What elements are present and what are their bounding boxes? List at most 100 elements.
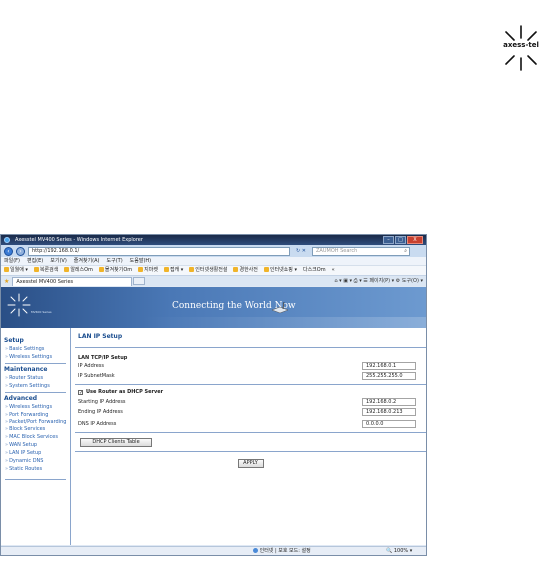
refresh-stop-icon[interactable]: ↻ ✕: [293, 247, 309, 256]
globe-icon: [253, 548, 258, 553]
dhcp-checkbox-label: Use Router as DHCP Server: [86, 389, 164, 395]
dns-ip-input[interactable]: 0.0.0.0: [362, 420, 416, 428]
address-row: ‹ › http://192.168.0.1/ ↻ ✕ ZAUMOH Searc…: [1, 245, 426, 257]
link-icon: [189, 267, 195, 272]
bullet-icon: »: [5, 383, 9, 389]
link-icon: [263, 267, 269, 272]
sidebar-item-system-settings[interactable]: »System Settings: [5, 382, 70, 390]
title-divider: [75, 347, 426, 348]
dhcp-clients-table-button[interactable]: DHCP Clients Table: [80, 438, 152, 447]
sidebar-item-adv-wireless-settings[interactable]: »Wireless Settings: [5, 403, 70, 411]
forward-button[interactable]: ›: [16, 246, 25, 256]
sidebar-item-lan-ip-setup[interactable]: »LAN IP Setup: [5, 449, 70, 457]
sidebar-advanced-title: Advanced: [4, 395, 38, 402]
close-button[interactable]: X: [407, 236, 423, 244]
maximize-button[interactable]: □: [395, 236, 406, 244]
sidebar-item-router-status[interactable]: »Router Status: [5, 374, 70, 382]
sidebar-item-wireless-settings[interactable]: »Wireless Settings: [5, 353, 70, 361]
menu-favorites[interactable]: 즐겨찾기(A): [74, 257, 100, 265]
bullet-icon: »: [5, 458, 9, 464]
status-bar: 인터넷 | 보호 모드: 설정 🔍 100% ▾: [1, 546, 426, 555]
bullet-icon: »: [5, 434, 9, 440]
link-icon: [98, 267, 104, 272]
browser-window: Axesstel MV400 Series - Windows Internet…: [0, 234, 427, 556]
search-placeholder: ZAUMOH Search: [316, 247, 358, 254]
logo-text: axess-tel: [499, 41, 543, 49]
tab-active[interactable]: Axesstel MV400 Series: [12, 276, 133, 286]
address-bar[interactable]: http://192.168.0.1/: [28, 246, 290, 256]
dns-ip-row: DNS IP Address 0.0.0.0: [75, 419, 426, 429]
link-icon: [163, 267, 169, 272]
bullet-icon: »: [5, 442, 9, 448]
section-divider: [75, 384, 426, 385]
search-icon[interactable]: ⌕: [404, 248, 407, 255]
subnet-mask-row: IP SubnetMask 255.255.255.0: [75, 371, 426, 381]
command-bar[interactable]: ⌂ ▾ ▣ ▾ ⎙ ▾ ☰ 페이지(P) ▾ ⚙ 도구(O) ▾: [334, 277, 423, 286]
fav-item[interactable]: 접캐 ▾: [163, 266, 183, 275]
window-controls: – □ X: [383, 236, 423, 244]
starting-ip-input[interactable]: 192.168.0.2: [362, 398, 416, 406]
link-icon: [138, 267, 144, 272]
link-icon: [64, 267, 70, 272]
menu-tools[interactable]: 도구(T): [107, 257, 123, 265]
fav-item[interactable]: 복론검색: [33, 266, 58, 275]
apply-button[interactable]: APPLY: [237, 459, 264, 468]
sidebar: Setup »Basic Settings »Wireless Settings…: [1, 328, 71, 545]
banner-series: MV400 Series: [31, 310, 52, 314]
new-tab-button[interactable]: [133, 277, 146, 285]
sidebar-divider: [5, 392, 66, 393]
link-icon: [4, 267, 9, 272]
bullet-icon: »: [5, 466, 9, 472]
router-icon: [271, 302, 289, 314]
back-button[interactable]: ‹: [4, 246, 13, 256]
sidebar-item-wan-setup[interactable]: »WAN Setup: [5, 441, 70, 449]
sidebar-item-dynamic-dns[interactable]: »Dynamic DNS: [5, 457, 70, 465]
sidebar-item-block-services[interactable]: »Block Services: [5, 425, 70, 433]
fav-item[interactable]: 지마켓: [138, 266, 158, 275]
search-box[interactable]: ZAUMOH Search ⌕: [312, 246, 410, 256]
link-icon: [233, 267, 239, 272]
fav-item[interactable]: 인터넷쇼핑 ▾: [263, 266, 297, 275]
security-zone: 인터넷 | 보호 모드: 설정: [253, 547, 311, 555]
section-divider: [75, 451, 426, 452]
menu-file[interactable]: 파일(F): [4, 257, 20, 265]
ip-address-row: IP Address 192.168.0.1: [75, 361, 426, 371]
fav-item[interactable]: 일월애 ▾: [4, 266, 28, 275]
fav-chevron[interactable]: «: [332, 266, 335, 275]
content-panel: LAN IP Setup LAN TCP/IP Setup IP Address…: [75, 328, 426, 545]
page-title: LAN IP Setup: [78, 333, 123, 340]
menu-edit[interactable]: 편집(E): [27, 257, 43, 265]
fav-item[interactable]: 경한사전: [233, 266, 258, 275]
favorites-star-icon[interactable]: ★: [4, 278, 9, 285]
menu-view[interactable]: 보기(V): [50, 257, 67, 265]
minimize-button[interactable]: –: [383, 236, 394, 244]
ip-address-input[interactable]: 192.168.0.1: [362, 362, 416, 370]
ending-ip-row: Ending IP Address 192.168.0.213: [75, 407, 426, 417]
banner-wave: [141, 317, 426, 328]
fav-item[interactable]: 알레스Om: [64, 266, 93, 275]
sidebar-divider: [5, 363, 66, 364]
subnet-mask-label: IP SubnetMask: [78, 373, 115, 379]
ie-icon: [4, 237, 10, 243]
ending-ip-input[interactable]: 192.168.0.213: [362, 408, 416, 416]
subnet-mask-input[interactable]: 255.255.255.0: [362, 372, 416, 380]
fav-item[interactable]: 인터넷생활전설: [189, 266, 227, 275]
dhcp-checkbox-row: ✓ Use Router as DHCP Server: [75, 387, 426, 397]
bullet-icon: »: [5, 404, 9, 410]
sidebar-setup-title: Setup: [4, 337, 24, 344]
sidebar-item-basic-settings[interactable]: »Basic Settings: [5, 345, 70, 353]
sidebar-item-static-routes[interactable]: »Static Routes: [5, 465, 70, 473]
zoom-level[interactable]: 🔍 100% ▾: [386, 547, 412, 555]
dhcp-checkbox[interactable]: ✓: [78, 389, 83, 395]
page: axess-tel Axesstel MV400 Series - Window…: [0, 0, 545, 567]
ip-address-label: IP Address: [78, 363, 104, 369]
banner: MV400 Series Connecting the World Now: [1, 287, 426, 328]
fav-item[interactable]: 다스크Om: [303, 266, 326, 275]
sidebar-item-mac-block-services[interactable]: »MAC Block Services: [5, 433, 70, 441]
fav-item[interactable]: 몰겨찾기Om: [98, 266, 132, 275]
sidebar-item-port-forwarding[interactable]: »Port Forwarding: [5, 411, 70, 419]
starting-ip-label: Starting IP Address: [78, 399, 126, 405]
bullet-icon: »: [5, 426, 9, 432]
title-bar: Axesstel MV400 Series - Windows Internet…: [1, 235, 426, 245]
menu-help[interactable]: 도움말(H): [130, 257, 151, 265]
